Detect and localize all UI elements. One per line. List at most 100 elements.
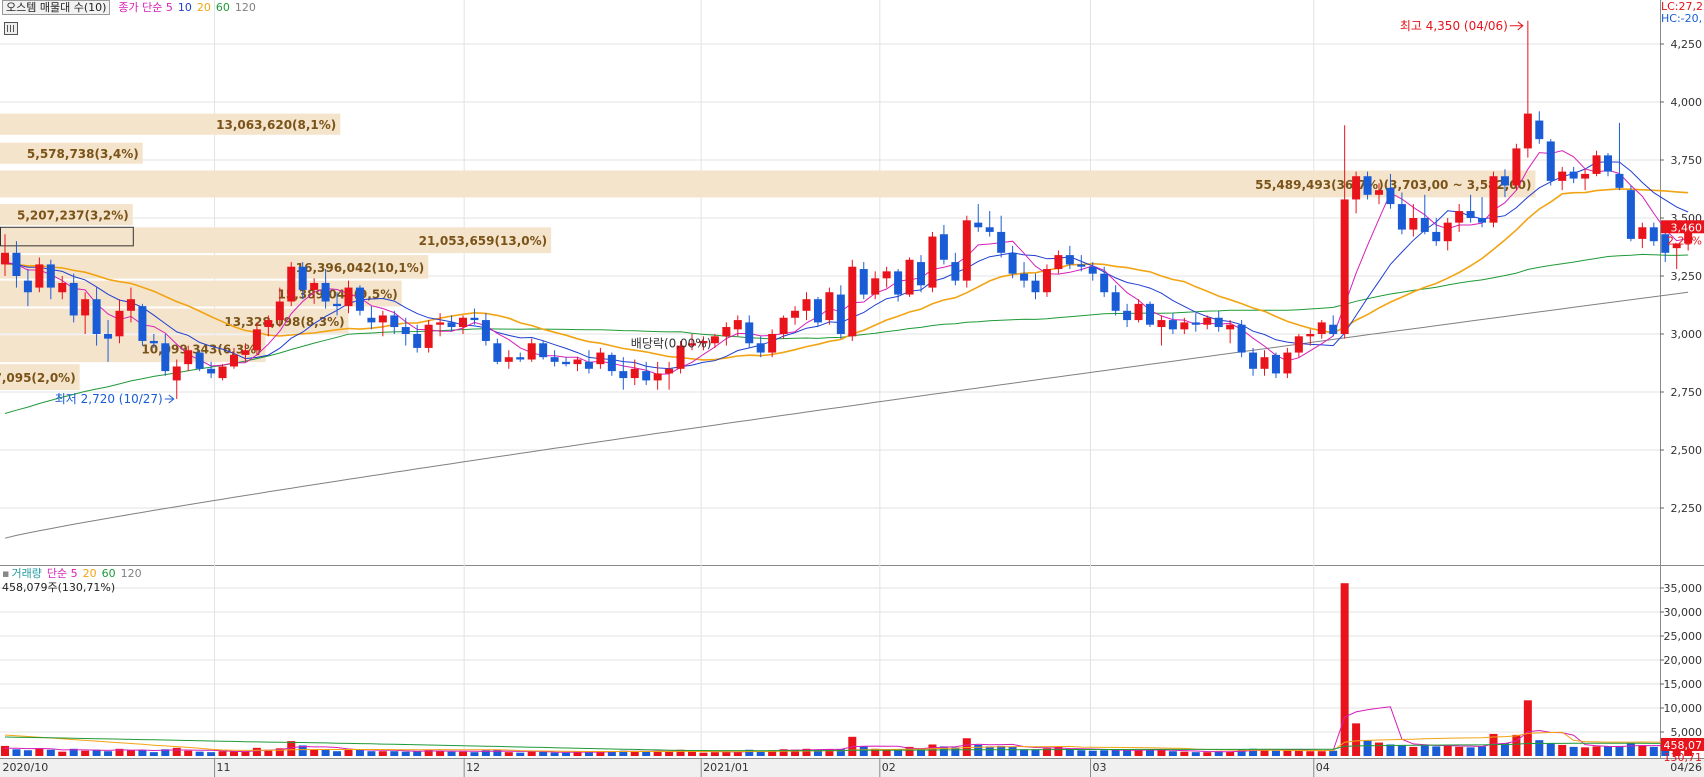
candle-body xyxy=(23,280,32,293)
x-tick-label: 04 xyxy=(1316,761,1330,774)
candle-body xyxy=(825,292,834,321)
candle-body xyxy=(1168,320,1177,330)
candle-body xyxy=(1260,357,1269,369)
volume-bar xyxy=(1478,746,1487,756)
candle-body xyxy=(1249,352,1258,369)
volume-bar xyxy=(1363,740,1372,756)
volume-bar xyxy=(401,751,410,756)
indicator-title[interactable]: 오스템 매물대 수(10) xyxy=(2,0,111,15)
candle-body xyxy=(1558,171,1567,181)
candle-body xyxy=(218,366,227,379)
x-tick-label: 11 xyxy=(217,761,231,774)
price-tick-label: 4,000 xyxy=(1671,96,1703,109)
candle-body xyxy=(12,252,21,276)
volume-bar xyxy=(974,744,983,756)
candle-body xyxy=(378,315,387,323)
candle-body xyxy=(58,282,67,293)
candle-body xyxy=(298,266,307,290)
volume-bar xyxy=(710,752,719,756)
candle-body xyxy=(172,366,181,381)
candle-body xyxy=(1123,310,1132,321)
candle-body xyxy=(504,357,513,362)
volume-bar xyxy=(207,752,216,756)
candle-body xyxy=(1157,320,1166,328)
volume-bar xyxy=(1604,746,1612,756)
candle-body xyxy=(230,354,238,367)
volume-bar xyxy=(1329,750,1338,756)
candle-body xyxy=(310,282,319,290)
candle-body xyxy=(1455,211,1464,223)
candle-body xyxy=(1077,264,1086,267)
candle-body xyxy=(1546,141,1555,181)
volume-bar xyxy=(539,751,548,756)
profile-label: 13,328,098(8,3%) xyxy=(224,315,344,329)
candle-body xyxy=(401,327,410,334)
volume-bar xyxy=(1523,700,1532,756)
candle-body xyxy=(710,336,719,344)
candle-body xyxy=(962,220,971,281)
candle-body xyxy=(149,340,158,344)
volume-pane[interactable] xyxy=(0,566,1660,759)
candle-body xyxy=(1226,324,1235,330)
menu-icon[interactable] xyxy=(4,22,18,35)
candle-body xyxy=(470,317,479,321)
volume-bar xyxy=(138,750,147,756)
volume-bar xyxy=(333,751,342,756)
volume-bar xyxy=(367,751,376,756)
ma-20: 20 xyxy=(196,1,211,14)
volume-bar xyxy=(459,751,467,756)
volume-bar xyxy=(1031,749,1040,756)
volume-bar xyxy=(1226,751,1235,756)
candle-body xyxy=(1569,171,1578,179)
volume-bar xyxy=(1375,742,1383,756)
legend-bullet-icon: ▪ xyxy=(2,567,10,580)
candle-body xyxy=(882,271,891,279)
candle-body xyxy=(207,368,216,374)
price-tick-label: 4,250 xyxy=(1671,38,1703,51)
volume-bar xyxy=(1191,752,1200,756)
candle-body xyxy=(1214,317,1223,328)
volume-bar xyxy=(81,750,90,756)
volume-bar xyxy=(1592,746,1601,756)
volume-bar xyxy=(562,752,571,756)
volume-bar xyxy=(939,746,948,756)
candle-body xyxy=(1329,324,1338,334)
ma-10: 10 xyxy=(177,1,192,14)
candle-body xyxy=(1592,155,1601,174)
volume-tick-label: 35,000 xyxy=(1664,582,1703,595)
x-tick-label: 12 xyxy=(466,761,480,774)
volume-title[interactable]: 거래량 xyxy=(11,567,41,580)
candle-body xyxy=(481,320,490,341)
volume-bar xyxy=(172,747,181,756)
volume-bar xyxy=(104,751,113,756)
candle-body xyxy=(493,343,502,362)
candle-body xyxy=(1512,148,1521,186)
volume-bar xyxy=(1317,751,1326,756)
candle-body xyxy=(1180,322,1189,330)
candle-body xyxy=(859,269,868,295)
volume-ma-20: 20 xyxy=(82,567,97,580)
volume-bar xyxy=(1077,750,1086,756)
candle-body xyxy=(35,264,44,288)
volume-bar xyxy=(310,749,319,756)
candle-body xyxy=(447,322,456,328)
volume-tick-label: 20,000 xyxy=(1664,654,1703,667)
volume-bar xyxy=(1180,751,1189,756)
candle-body xyxy=(1649,227,1658,242)
candle-body xyxy=(1409,218,1418,230)
candle-body xyxy=(733,320,742,330)
volume-tick-label: 25,000 xyxy=(1664,630,1703,643)
candle-body xyxy=(871,278,880,295)
volume-bar xyxy=(46,749,55,756)
volume-bar xyxy=(1558,744,1567,756)
candle-body xyxy=(722,327,731,337)
stock-chart[interactable]: 13,063,620(8,1%)5,578,738(3,4%)55,489,49… xyxy=(0,0,1704,777)
candle-body xyxy=(1031,280,1040,293)
volume-bar xyxy=(149,752,158,756)
volume-bar xyxy=(1512,734,1521,756)
volume-bar xyxy=(436,751,445,756)
volume-bar xyxy=(1146,749,1154,756)
candle-body xyxy=(607,354,616,372)
ma-label: 종가 단순 5 xyxy=(118,1,173,14)
volume-bar xyxy=(1638,745,1647,756)
